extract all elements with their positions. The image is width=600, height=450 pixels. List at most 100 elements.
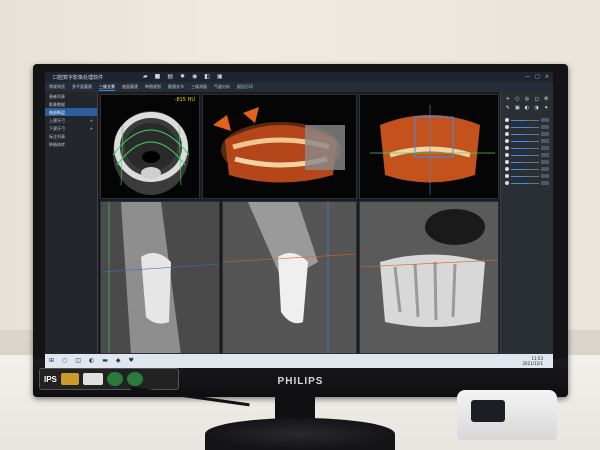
ct-coronal-slice bbox=[360, 202, 498, 353]
tab-6[interactable]: 三维测量 bbox=[191, 84, 207, 90]
expand-icon[interactable]: + bbox=[90, 126, 93, 131]
slider-value-box[interactable] bbox=[541, 174, 549, 178]
tool-icon-3[interactable]: ◻ bbox=[533, 96, 541, 103]
slider-track[interactable] bbox=[511, 175, 539, 177]
sidebar-item-0[interactable]: 患者列表 bbox=[45, 92, 97, 100]
maximize-button[interactable]: □ bbox=[535, 74, 540, 80]
slider-value-box[interactable] bbox=[541, 146, 549, 150]
slider-value-box[interactable] bbox=[541, 160, 549, 164]
adjust-slider-9[interactable] bbox=[505, 180, 549, 186]
share-icon[interactable]: ▣ bbox=[217, 74, 223, 80]
tab-bar: 常规浏览 多平面重建 三维全景 曲面重建 种植规划 颞颌关节 三维测量 气道分析 报告打印 bbox=[45, 82, 553, 92]
minimize-button[interactable]: — bbox=[525, 74, 530, 80]
slider-track[interactable] bbox=[511, 168, 539, 170]
edge-icon[interactable]: ◐ bbox=[89, 358, 94, 364]
tool-icon-8[interactable]: ◑ bbox=[533, 105, 541, 112]
taskbar-clock[interactable]: 11:53 2021/12/1 bbox=[522, 356, 553, 366]
app-icon[interactable]: ◆ bbox=[116, 358, 121, 364]
slider-icon bbox=[505, 153, 509, 157]
tab-1[interactable]: 多平面重建 bbox=[72, 84, 92, 90]
3d-render-viewport-left[interactable] bbox=[202, 94, 357, 199]
sidebar-item-3[interactable]: 上颌牙弓 + bbox=[45, 116, 97, 124]
tool-icon-4[interactable]: ⚙ bbox=[542, 96, 550, 103]
tool-icon-5[interactable]: ✎ bbox=[504, 105, 512, 112]
ct-sagittal-slice bbox=[223, 202, 356, 353]
tool-icon-1[interactable]: ○ bbox=[514, 96, 522, 103]
tab-5[interactable]: 颞颌关节 bbox=[168, 84, 184, 90]
tool-icon-9[interactable]: ✦ bbox=[542, 105, 550, 112]
device-screen bbox=[471, 400, 505, 422]
adjust-slider-3[interactable] bbox=[505, 138, 549, 144]
export-icon[interactable]: ◧ bbox=[204, 74, 210, 80]
cross-section-viewport-2[interactable] bbox=[222, 201, 357, 354]
taskview-icon[interactable]: ◫ bbox=[75, 358, 81, 364]
tool-icon-2[interactable]: ◎ bbox=[523, 96, 531, 103]
tab-8[interactable]: 报告打印 bbox=[237, 84, 253, 90]
axial-ct-image bbox=[112, 111, 190, 195]
folder-icon[interactable]: ▰ bbox=[143, 74, 148, 80]
axial-viewport[interactable]: -815 HU bbox=[100, 94, 200, 199]
slider-track[interactable] bbox=[511, 182, 539, 184]
tool-panel: + ○ ◎ ◻ ⚙ ✎ ▣ ◐ ◑ ✦ bbox=[500, 92, 553, 354]
slider-fill bbox=[511, 133, 524, 135]
adjust-slider-8[interactable] bbox=[505, 173, 549, 179]
folder-icon[interactable]: ▬ bbox=[102, 358, 108, 364]
tool-icon-6[interactable]: ▣ bbox=[514, 105, 522, 112]
adjust-slider-1[interactable] bbox=[505, 124, 549, 130]
slider-track[interactable] bbox=[511, 133, 539, 135]
hu-readout: -815 HU bbox=[174, 97, 195, 103]
slider-value-box[interactable] bbox=[541, 139, 549, 143]
settings-icon[interactable]: ✹ bbox=[180, 74, 185, 80]
adjust-slider-7[interactable] bbox=[505, 166, 549, 172]
slider-track[interactable] bbox=[511, 126, 539, 128]
adjust-slider-5[interactable] bbox=[505, 152, 549, 158]
close-button[interactable]: × bbox=[545, 74, 549, 80]
expand-icon[interactable]: + bbox=[90, 118, 93, 123]
tab-0[interactable]: 常规浏览 bbox=[49, 84, 65, 90]
3d-render-viewport-right[interactable] bbox=[359, 94, 499, 199]
tab-7[interactable]: 气道分析 bbox=[214, 84, 230, 90]
slider-track[interactable] bbox=[511, 119, 539, 121]
tooth-icon[interactable]: ♥ bbox=[129, 358, 134, 364]
sidebar-item-1[interactable]: 影像数据 bbox=[45, 100, 97, 108]
adjust-slider-2[interactable] bbox=[505, 131, 549, 137]
slider-track[interactable] bbox=[511, 154, 539, 156]
slider-value-box[interactable] bbox=[541, 153, 549, 157]
3d-jaw-render-sectioned bbox=[370, 105, 495, 195]
cross-section-viewport-3[interactable] bbox=[359, 201, 499, 354]
windows-icon[interactable]: ⊞ bbox=[49, 358, 54, 364]
tab-3[interactable]: 曲面重建 bbox=[122, 84, 138, 90]
slider-track[interactable] bbox=[511, 140, 539, 142]
slider-track[interactable] bbox=[511, 161, 539, 163]
slider-icon bbox=[505, 139, 509, 143]
toolbar: ▰ ■ ▤ ✹ ◉ ◧ ▣ bbox=[143, 74, 223, 80]
slider-fill bbox=[511, 175, 525, 177]
camera-icon[interactable]: ◉ bbox=[192, 74, 197, 80]
tool-icon-0[interactable]: + bbox=[504, 96, 512, 103]
adjust-slider-0[interactable] bbox=[505, 117, 549, 123]
sidebar-item-label: 上颌牙弓 bbox=[49, 118, 65, 123]
sidebar-item-4[interactable]: 下颌牙弓 + bbox=[45, 124, 97, 132]
adjust-slider-4[interactable] bbox=[505, 145, 549, 151]
slider-value-box[interactable] bbox=[541, 181, 549, 185]
slider-value-box[interactable] bbox=[541, 167, 549, 171]
clock-date: 2021/12/1 bbox=[522, 361, 543, 366]
tool-icon-7[interactable]: ◐ bbox=[523, 105, 531, 112]
adjust-slider-6[interactable] bbox=[505, 159, 549, 165]
slider-fill bbox=[511, 126, 531, 128]
search-icon[interactable]: ○ bbox=[62, 358, 67, 364]
sidebar-item-2[interactable]: 曲面断层 bbox=[45, 108, 97, 116]
sidebar-item-6[interactable]: 种植体库 bbox=[45, 140, 97, 148]
slider-value-box[interactable] bbox=[541, 118, 549, 122]
app-titlebar: 口腔数字影像处理软件 ▰ ■ ▤ ✹ ◉ ◧ ▣ — □ × bbox=[45, 72, 553, 82]
sidebar-item-5[interactable]: 标注列表 bbox=[45, 132, 97, 140]
slider-fill bbox=[511, 119, 527, 121]
slider-track[interactable] bbox=[511, 147, 539, 149]
tab-4[interactable]: 种植规划 bbox=[145, 84, 161, 90]
slider-value-box[interactable] bbox=[541, 132, 549, 136]
save-icon[interactable]: ■ bbox=[155, 74, 161, 80]
cross-section-viewport-1[interactable] bbox=[100, 201, 220, 354]
tab-2[interactable]: 三维全景 bbox=[99, 84, 115, 91]
slider-value-box[interactable] bbox=[541, 125, 549, 129]
print-icon[interactable]: ▤ bbox=[167, 74, 173, 80]
